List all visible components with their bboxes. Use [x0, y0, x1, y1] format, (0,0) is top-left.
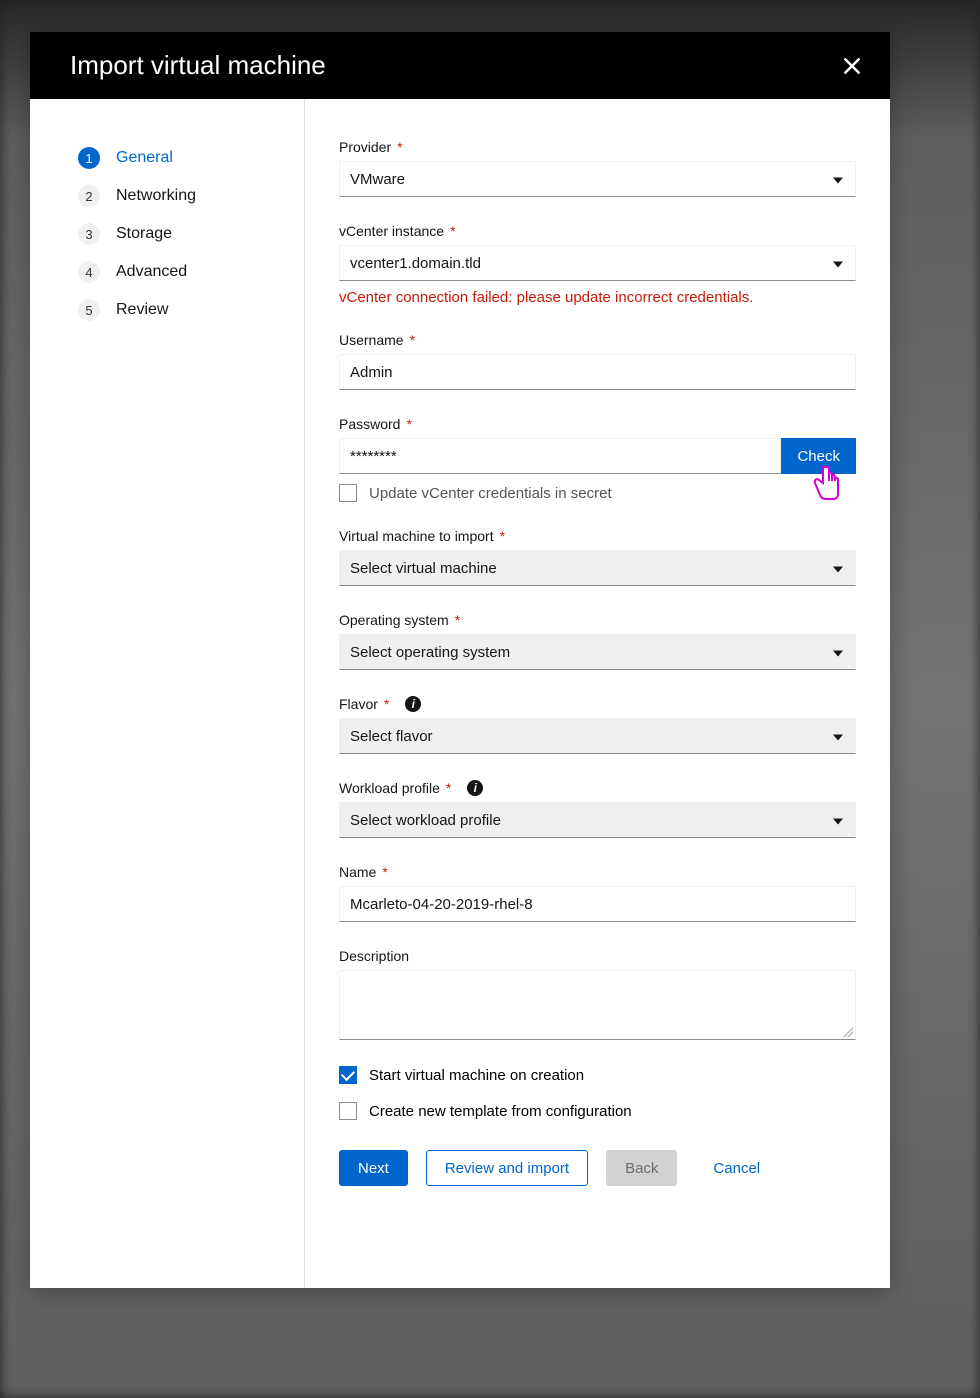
vm-import-select[interactable]: Select virtual machine — [339, 550, 856, 586]
required-star: * — [382, 864, 387, 880]
step-general[interactable]: 1 General — [78, 139, 280, 177]
modal-header: Import virtual machine — [30, 32, 890, 99]
flavor-label: Flavor * i — [339, 696, 856, 712]
next-button[interactable]: Next — [339, 1150, 408, 1186]
name-label: Name * — [339, 864, 856, 880]
vcenter-select[interactable]: vcenter1.domain.tld — [339, 245, 856, 281]
create-template-label: Create new template from configuration — [369, 1103, 632, 1120]
form-content: Provider * VMware vCenter instance * vce… — [305, 99, 890, 1288]
workload-select[interactable]: Select workload profile — [339, 802, 856, 838]
update-secret-label: Update vCenter credentials in secret — [369, 485, 612, 502]
step-label: General — [116, 149, 173, 167]
required-star: * — [450, 223, 455, 239]
step-storage[interactable]: 3 Storage — [78, 215, 280, 253]
update-secret-row: Update vCenter credentials in secret — [339, 484, 856, 502]
import-vm-modal: Import virtual machine 1 General 2 Netwo… — [30, 32, 890, 1288]
modal-body: 1 General 2 Networking 3 Storage 4 Advan… — [30, 99, 890, 1288]
password-row: ******** Check — [339, 438, 856, 474]
step-review[interactable]: 5 Review — [78, 291, 280, 329]
os-select[interactable]: Select operating system — [339, 634, 856, 670]
field-os: Operating system * Select operating syst… — [339, 612, 856, 670]
provider-label: Provider * — [339, 139, 856, 155]
update-secret-checkbox[interactable] — [339, 484, 357, 502]
step-badge: 2 — [78, 185, 100, 207]
create-template-row: Create new template from configuration — [339, 1102, 856, 1120]
info-icon[interactable]: i — [405, 696, 421, 712]
required-star: * — [455, 612, 460, 628]
chevron-down-icon — [833, 255, 843, 272]
step-label: Storage — [116, 225, 172, 243]
start-on-create-label: Start virtual machine on creation — [369, 1067, 584, 1084]
password-input[interactable]: ******** — [339, 438, 781, 474]
back-button: Back — [606, 1150, 677, 1186]
step-badge: 3 — [78, 223, 100, 245]
field-password: Password * ******** Check Update vCenter… — [339, 416, 856, 502]
field-vm-import: Virtual machine to import * Select virtu… — [339, 528, 856, 586]
field-vcenter: vCenter instance * vcenter1.domain.tld v… — [339, 223, 856, 306]
password-label: Password * — [339, 416, 856, 432]
vcenter-label: vCenter instance * — [339, 223, 856, 239]
name-input[interactable]: Mcarleto-04-20-2019-rhel-8 — [339, 886, 856, 922]
step-label: Review — [116, 301, 168, 319]
required-star: * — [406, 416, 411, 432]
wizard-steps: 1 General 2 Networking 3 Storage 4 Advan… — [30, 99, 305, 1288]
required-star: * — [397, 139, 402, 155]
step-badge: 1 — [78, 147, 100, 169]
check-button[interactable]: Check — [781, 438, 856, 474]
flavor-select[interactable]: Select flavor — [339, 718, 856, 754]
chevron-down-icon — [833, 812, 843, 829]
step-networking[interactable]: 2 Networking — [78, 177, 280, 215]
vm-import-label: Virtual machine to import * — [339, 528, 856, 544]
chevron-down-icon — [833, 728, 843, 745]
step-label: Networking — [116, 187, 196, 205]
review-import-button[interactable]: Review and import — [426, 1150, 588, 1186]
field-workload: Workload profile * i Select workload pro… — [339, 780, 856, 838]
step-badge: 4 — [78, 261, 100, 283]
required-star: * — [500, 528, 505, 544]
field-name: Name * Mcarleto-04-20-2019-rhel-8 — [339, 864, 856, 922]
username-input[interactable]: Admin — [339, 354, 856, 390]
modal-title: Import virtual machine — [70, 50, 326, 81]
close-icon[interactable] — [842, 56, 862, 76]
description-textarea[interactable] — [339, 970, 856, 1040]
chevron-down-icon — [833, 171, 843, 188]
vcenter-error: vCenter connection failed: please update… — [339, 289, 856, 306]
info-icon[interactable]: i — [467, 780, 483, 796]
provider-select[interactable]: VMware — [339, 161, 856, 197]
required-star: * — [410, 332, 415, 348]
username-label: Username * — [339, 332, 856, 348]
chevron-down-icon — [833, 560, 843, 577]
required-star: * — [384, 696, 389, 712]
create-template-checkbox[interactable] — [339, 1102, 357, 1120]
os-label: Operating system * — [339, 612, 856, 628]
description-label: Description — [339, 948, 856, 964]
step-badge: 5 — [78, 299, 100, 321]
cancel-button[interactable]: Cancel — [695, 1150, 778, 1186]
field-username: Username * Admin — [339, 332, 856, 390]
required-star: * — [446, 780, 451, 796]
step-advanced[interactable]: 4 Advanced — [78, 253, 280, 291]
field-provider: Provider * VMware — [339, 139, 856, 197]
workload-label: Workload profile * i — [339, 780, 856, 796]
step-label: Advanced — [116, 263, 187, 281]
start-on-create-checkbox[interactable] — [339, 1066, 357, 1084]
start-on-create-row: Start virtual machine on creation — [339, 1066, 856, 1084]
wizard-footer: Next Review and import Back Cancel — [339, 1150, 856, 1186]
field-description: Description — [339, 948, 856, 1040]
chevron-down-icon — [833, 644, 843, 661]
field-flavor: Flavor * i Select flavor — [339, 696, 856, 754]
